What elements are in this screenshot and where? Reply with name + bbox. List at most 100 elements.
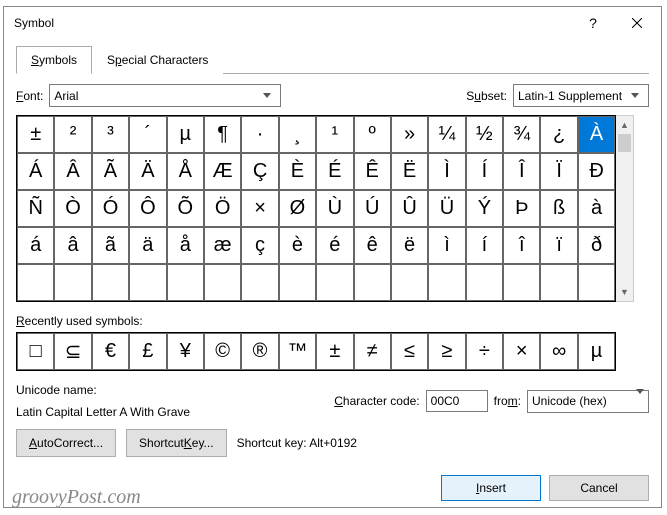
symbol-cell[interactable]: Û	[391, 190, 428, 227]
symbol-cell[interactable]: Ä	[129, 153, 166, 190]
scroll-thumb[interactable]	[618, 134, 631, 152]
symbol-cell[interactable]: µ	[167, 116, 204, 153]
symbol-cell[interactable]: å	[167, 227, 204, 264]
symbol-cell[interactable]: Õ	[167, 190, 204, 227]
recent-symbol-cell[interactable]: £	[129, 333, 166, 370]
symbol-cell[interactable]: À	[578, 116, 615, 153]
recent-symbol-cell[interactable]: ⊆	[54, 333, 91, 370]
symbol-cell[interactable]: Ð	[578, 153, 615, 190]
recent-symbol-cell[interactable]: ©	[204, 333, 241, 370]
symbol-cell[interactable]: ç	[241, 227, 278, 264]
symbol-cell[interactable]: â	[54, 227, 91, 264]
symbol-cell[interactable]: Ò	[54, 190, 91, 227]
recent-symbol-cell[interactable]: ±	[316, 333, 353, 370]
recent-symbol-cell[interactable]: ¥	[167, 333, 204, 370]
symbol-cell[interactable]: Ì	[428, 153, 465, 190]
subset-select[interactable]: Latin-1 Supplement	[513, 84, 649, 107]
symbol-cell[interactable]: ¾	[503, 116, 540, 153]
symbol-cell[interactable]: Å	[167, 153, 204, 190]
recent-symbol-cell[interactable]: €	[92, 333, 129, 370]
symbol-cell[interactable]: ì	[428, 227, 465, 264]
symbol-cell[interactable]: ¸	[279, 116, 316, 153]
symbol-cell[interactable]	[129, 264, 166, 301]
symbol-cell[interactable]: Æ	[204, 153, 241, 190]
character-code-input[interactable]	[426, 390, 488, 412]
symbol-cell[interactable]: »	[391, 116, 428, 153]
symbol-cell[interactable]: ß	[540, 190, 577, 227]
symbol-cell[interactable]: É	[316, 153, 353, 190]
symbol-cell[interactable]	[578, 264, 615, 301]
symbol-cell[interactable]: Í	[466, 153, 503, 190]
symbol-cell[interactable]	[354, 264, 391, 301]
symbol-cell[interactable]: ½	[466, 116, 503, 153]
from-select[interactable]: Unicode (hex)	[527, 390, 649, 413]
symbol-cell[interactable]: Ã	[92, 153, 129, 190]
symbol-cell[interactable]: ê	[354, 227, 391, 264]
symbol-cell[interactable]: ×	[241, 190, 278, 227]
help-button[interactable]: ?	[571, 8, 615, 38]
symbol-cell[interactable]: Ù	[316, 190, 353, 227]
symbol-cell[interactable]: Ê	[354, 153, 391, 190]
recent-symbol-cell[interactable]: ™	[279, 333, 316, 370]
symbol-cell[interactable]: á	[17, 227, 54, 264]
cancel-button[interactable]: Cancel	[549, 475, 649, 501]
symbol-cell[interactable]	[428, 264, 465, 301]
symbol-cell[interactable]	[54, 264, 91, 301]
recent-symbol-cell[interactable]: ≤	[391, 333, 428, 370]
symbol-cell[interactable]: ï	[540, 227, 577, 264]
symbol-cell[interactable]: æ	[204, 227, 241, 264]
symbol-cell[interactable]: Ö	[204, 190, 241, 227]
symbol-cell[interactable]: ¼	[428, 116, 465, 153]
symbol-cell[interactable]: Ú	[354, 190, 391, 227]
recent-symbol-cell[interactable]: µ	[578, 333, 615, 370]
symbol-cell[interactable]: Î	[503, 153, 540, 190]
symbol-cell[interactable]	[279, 264, 316, 301]
recent-symbol-cell[interactable]: ÷	[466, 333, 503, 370]
symbol-cell[interactable]	[167, 264, 204, 301]
symbol-cell[interactable]: í	[466, 227, 503, 264]
autocorrect-button[interactable]: AutoCorrect...	[16, 429, 116, 457]
symbol-cell[interactable]	[466, 264, 503, 301]
symbol-cell[interactable]: ³	[92, 116, 129, 153]
symbol-cell[interactable]: ë	[391, 227, 428, 264]
symbol-cell[interactable]: ð	[578, 227, 615, 264]
recent-symbol-cell[interactable]: ≥	[428, 333, 465, 370]
symbol-cell[interactable]: ²	[54, 116, 91, 153]
symbol-cell[interactable]	[540, 264, 577, 301]
tab-special-characters[interactable]: Special Characters	[92, 46, 223, 74]
insert-button[interactable]: Insert	[441, 475, 541, 501]
recent-symbol-cell[interactable]: ®	[241, 333, 278, 370]
recent-symbol-cell[interactable]: ≠	[354, 333, 391, 370]
symbol-cell[interactable]: î	[503, 227, 540, 264]
symbol-cell[interactable]: ¶	[204, 116, 241, 153]
symbol-cell[interactable]	[503, 264, 540, 301]
tab-symbols[interactable]: Symbols	[16, 46, 92, 74]
recent-symbol-cell[interactable]: ∞	[540, 333, 577, 370]
symbol-cell[interactable]: Â	[54, 153, 91, 190]
symbol-cell[interactable]: Ç	[241, 153, 278, 190]
symbol-cell[interactable]: é	[316, 227, 353, 264]
symbol-cell[interactable]	[391, 264, 428, 301]
symbol-cell[interactable]: Ï	[540, 153, 577, 190]
symbol-cell[interactable]: ä	[129, 227, 166, 264]
symbol-cell[interactable]	[316, 264, 353, 301]
recent-symbol-cell[interactable]: ×	[503, 333, 540, 370]
scrollbar[interactable]: ▲ ▼	[616, 115, 634, 302]
scroll-up-icon[interactable]: ▲	[616, 116, 633, 134]
symbol-cell[interactable]: Ñ	[17, 190, 54, 227]
recent-symbol-cell[interactable]: □	[17, 333, 54, 370]
symbol-cell[interactable]: è	[279, 227, 316, 264]
symbol-cell[interactable]: Þ	[503, 190, 540, 227]
symbol-cell[interactable]: Á	[17, 153, 54, 190]
symbol-cell[interactable]: ´	[129, 116, 166, 153]
symbol-cell[interactable]: ¹	[316, 116, 353, 153]
symbol-cell[interactable]: ±	[17, 116, 54, 153]
symbol-cell[interactable]: ¿	[540, 116, 577, 153]
symbol-cell[interactable]	[92, 264, 129, 301]
symbol-cell[interactable]: Ý	[466, 190, 503, 227]
symbol-cell[interactable]: º	[354, 116, 391, 153]
symbol-cell[interactable]: Ô	[129, 190, 166, 227]
symbol-cell[interactable]: ·	[241, 116, 278, 153]
scroll-down-icon[interactable]: ▼	[616, 283, 633, 301]
shortcut-key-button[interactable]: Shortcut Key...	[126, 429, 227, 457]
